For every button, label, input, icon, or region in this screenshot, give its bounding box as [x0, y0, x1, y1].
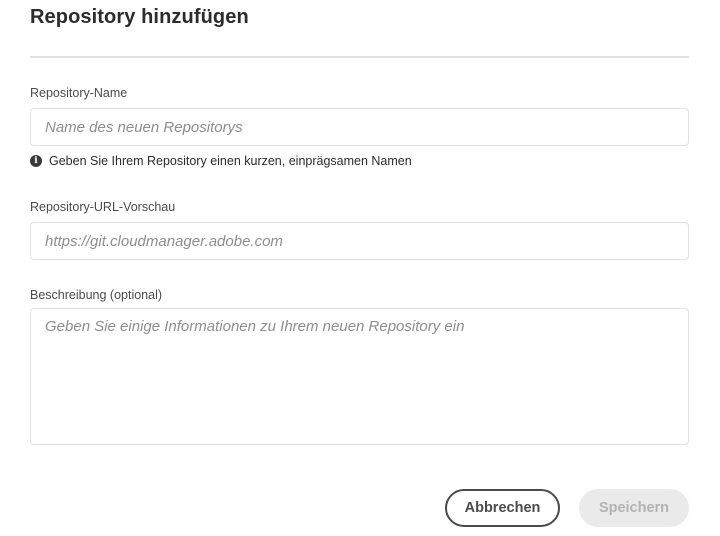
description-textarea[interactable]: [31, 309, 688, 444]
repository-name-hint: i Geben Sie Ihrem Repository einen kurze…: [30, 154, 412, 168]
header-divider: [30, 56, 689, 58]
repository-url-preview-input[interactable]: [31, 223, 688, 259]
repository-name-hint-text: Geben Sie Ihrem Repository einen kurzen,…: [49, 154, 412, 168]
repository-name-input[interactable]: [31, 109, 688, 145]
cancel-button[interactable]: Abbrechen: [445, 489, 560, 527]
add-repository-dialog: Repository hinzufügen Repository-Name i …: [0, 0, 720, 536]
description-field-container: [30, 308, 689, 445]
description-label: Beschreibung (optional): [30, 288, 163, 302]
repository-name-label: Repository-Name: [30, 86, 128, 100]
info-icon: i: [30, 155, 42, 167]
repository-url-preview-label: Repository-URL-Vorschau: [30, 200, 176, 214]
repository-name-field-container: [30, 108, 689, 146]
save-button[interactable]: Speichern: [579, 489, 689, 527]
repository-url-preview-field-container: [30, 222, 689, 260]
dialog-title: Repository hinzufügen: [30, 6, 249, 28]
